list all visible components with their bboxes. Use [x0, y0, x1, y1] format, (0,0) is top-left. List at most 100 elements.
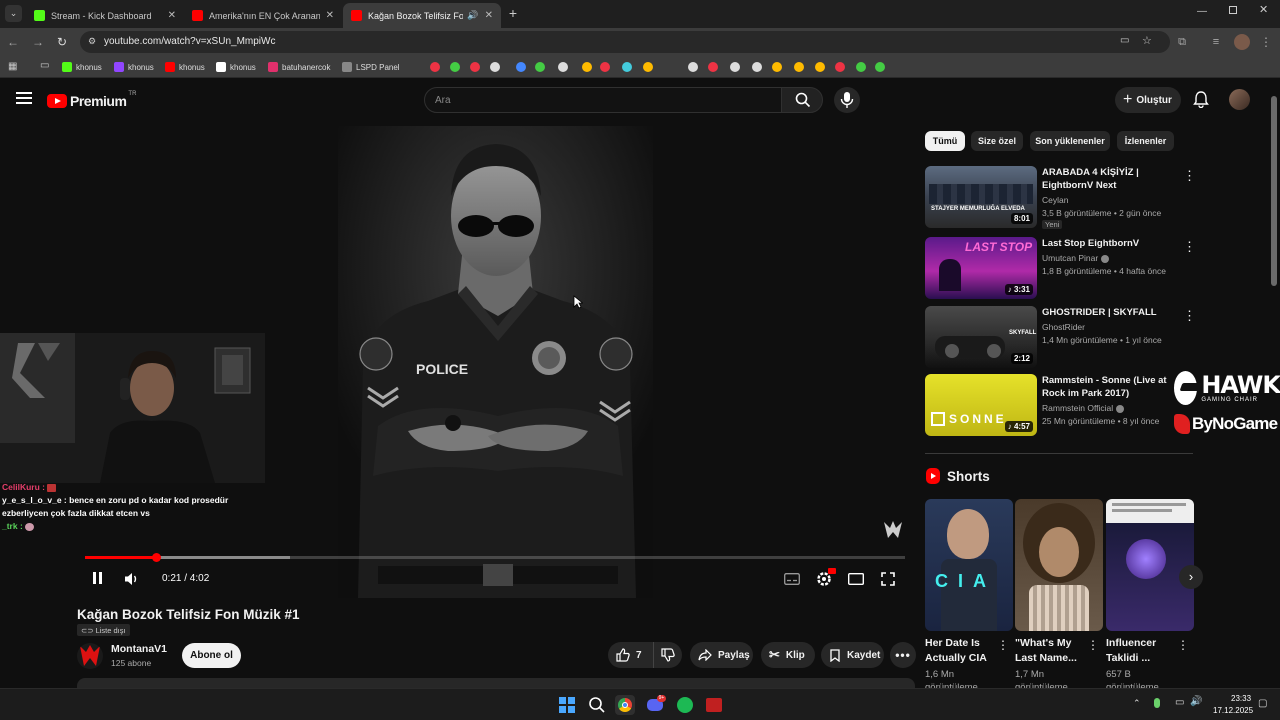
- description-box[interactable]: [77, 678, 915, 688]
- bookmark-icon[interactable]: [688, 62, 698, 72]
- bookmark-icon[interactable]: [794, 62, 804, 72]
- more-vert-icon[interactable]: ⋮: [1183, 168, 1196, 184]
- discord-icon[interactable]: 9+: [645, 695, 666, 715]
- network-icon[interactable]: ▭: [1175, 697, 1184, 708]
- pause-button[interactable]: [92, 572, 104, 586]
- install-icon[interactable]: ▭: [1120, 35, 1129, 46]
- notification-center-icon[interactable]: ▢: [1258, 698, 1267, 709]
- bookmark-lspd[interactable]: LSPD Panel: [342, 60, 400, 74]
- close-icon[interactable]: ✕: [485, 10, 493, 21]
- more-vert-icon[interactable]: ⋮: [1177, 638, 1189, 652]
- recommendation-item[interactable]: LAST STOP ♪ 3:31 Last Stop EightbornV Um…: [925, 237, 1196, 301]
- recommendation-item[interactable]: SONNE ♪ 4:57 Rammstein - Sonne (Live at …: [925, 374, 1195, 438]
- subtitles-icon[interactable]: [784, 573, 800, 585]
- folder-icon[interactable]: ▭: [40, 60, 49, 71]
- bookmark-icon[interactable]: [752, 62, 762, 72]
- short-title[interactable]: Influencer Taklidi ...: [1106, 636, 1184, 666]
- bookmark-instagram[interactable]: batuhanercok: [268, 60, 330, 74]
- short-thumbnail[interactable]: CIA: [925, 499, 1013, 631]
- filter-all[interactable]: Tümü: [925, 131, 965, 151]
- channel-watermark-icon[interactable]: [882, 520, 904, 540]
- bookmark-icon[interactable]: [622, 62, 632, 72]
- bookmark-icon[interactable]: [535, 62, 545, 72]
- more-actions-button[interactable]: •••: [890, 642, 916, 668]
- subscribe-button[interactable]: Abone ol: [182, 643, 241, 668]
- create-button[interactable]: + Oluştur: [1115, 87, 1181, 113]
- video-thumbnail[interactable]: STAJYER MEMURLUĞA ELVEDA 8:01: [925, 166, 1037, 228]
- star-icon[interactable]: ☆: [1142, 34, 1152, 47]
- speaker-icon[interactable]: 🔊: [467, 10, 478, 21]
- shorts-next-button[interactable]: ›: [1179, 565, 1203, 589]
- bookmark-x[interactable]: khonus: [216, 60, 256, 74]
- bookmark-youtube[interactable]: khonus: [165, 60, 205, 74]
- video-player[interactable]: POLICE: [338, 126, 653, 598]
- tab-search-button[interactable]: ⌄: [5, 5, 22, 22]
- thumbs-down-icon[interactable]: [661, 648, 675, 662]
- reload-button[interactable]: ↻: [54, 34, 70, 50]
- bookmark-icon[interactable]: [730, 62, 740, 72]
- filter-for-you[interactable]: Size özel: [971, 131, 1023, 151]
- close-window-button[interactable]: ✕: [1259, 3, 1268, 16]
- bookmark-icon[interactable]: [643, 62, 653, 72]
- more-vert-icon[interactable]: ⋮: [1087, 638, 1099, 652]
- filter-watched[interactable]: İzlenenler: [1117, 131, 1174, 151]
- spotify-icon[interactable]: [675, 695, 695, 715]
- bookmark-icon[interactable]: [708, 62, 718, 72]
- minimize-button[interactable]: —: [1197, 6, 1207, 17]
- extensions-icon[interactable]: ⧉: [1174, 34, 1190, 50]
- close-icon[interactable]: ✕: [168, 10, 176, 21]
- bookmark-icon[interactable]: [582, 62, 592, 72]
- guide-menu-icon[interactable]: [16, 92, 32, 104]
- like-button[interactable]: 7: [608, 642, 654, 668]
- clip-button[interactable]: ✂ Klip: [761, 642, 815, 668]
- apps-icon[interactable]: ▦: [8, 61, 17, 72]
- media-icon[interactable]: ≡: [1208, 34, 1224, 50]
- bookmark-icon[interactable]: [772, 62, 782, 72]
- bookmark-icon[interactable]: [516, 62, 526, 72]
- tab-kick-dashboard[interactable]: Stream - Kick Dashboard ✕: [26, 3, 184, 28]
- menu-icon[interactable]: ⋮: [1258, 34, 1274, 50]
- tray-chevron-icon[interactable]: ⌃: [1133, 698, 1141, 709]
- chrome-icon[interactable]: [615, 695, 635, 715]
- video-thumbnail[interactable]: SONNE ♪ 4:57: [925, 374, 1037, 436]
- forward-button[interactable]: →: [30, 34, 46, 50]
- profile-avatar[interactable]: [1234, 34, 1250, 50]
- short-title[interactable]: Her Date Is Actually CIA: [925, 636, 1003, 666]
- address-bar[interactable]: ⚙ youtube.com/watch?v=xSUn_MmpiWc ▭ ☆: [80, 31, 1170, 53]
- short-title[interactable]: "What's My Last Name...: [1015, 636, 1093, 666]
- save-button[interactable]: Kaydet: [821, 642, 884, 668]
- progress-scrubber[interactable]: [152, 553, 162, 562]
- recommendation-item[interactable]: STAJYER MEMURLUĞA ELVEDA 8:01 ARABADA 4 …: [925, 166, 1196, 230]
- short-thumbnail[interactable]: [1015, 499, 1103, 631]
- restore-button[interactable]: [1229, 6, 1237, 14]
- bookmark-kick[interactable]: khonus: [62, 60, 102, 74]
- search-button[interactable]: [781, 87, 823, 113]
- bookmark-icon[interactable]: [490, 62, 500, 72]
- bookmark-icon[interactable]: [856, 62, 866, 72]
- account-avatar[interactable]: [1229, 89, 1250, 110]
- tab-youtube-1[interactable]: Amerika'nın EN Çok Aranan Sür ✕: [184, 3, 342, 28]
- bookmark-icon[interactable]: [450, 62, 460, 72]
- channel-avatar[interactable]: [77, 643, 103, 669]
- tab-youtube-active[interactable]: Kağan Bozok Telifsiz Fon M 🔊 ✕: [343, 3, 501, 28]
- video-thumbnail[interactable]: LAST STOP ♪ 3:31: [925, 237, 1037, 299]
- speaker-icon[interactable]: 🔊: [1190, 696, 1202, 707]
- video-thumbnail[interactable]: SKYFALL 2:12: [925, 306, 1037, 368]
- share-button[interactable]: Paylaş: [690, 642, 753, 668]
- theater-mode-icon[interactable]: [848, 573, 864, 585]
- bookmark-icon[interactable]: [430, 62, 440, 72]
- bookmark-icon[interactable]: [835, 62, 845, 72]
- new-tab-button[interactable]: +: [505, 5, 521, 21]
- bookmark-twitch[interactable]: khonus: [114, 60, 154, 74]
- bookmark-icon[interactable]: [600, 62, 610, 72]
- fullscreen-icon[interactable]: [881, 572, 895, 586]
- more-vert-icon[interactable]: ⋮: [997, 638, 1009, 652]
- more-vert-icon[interactable]: ⋮: [1183, 308, 1196, 324]
- volume-icon[interactable]: [124, 572, 140, 586]
- bookmark-icon[interactable]: [558, 62, 568, 72]
- channel-name[interactable]: MontanaV1: [111, 643, 167, 655]
- bookmark-icon[interactable]: [815, 62, 825, 72]
- windows-start-icon[interactable]: [557, 695, 577, 715]
- clock-date[interactable]: 17.12.2025: [1213, 706, 1253, 715]
- back-button[interactable]: ←: [5, 34, 21, 50]
